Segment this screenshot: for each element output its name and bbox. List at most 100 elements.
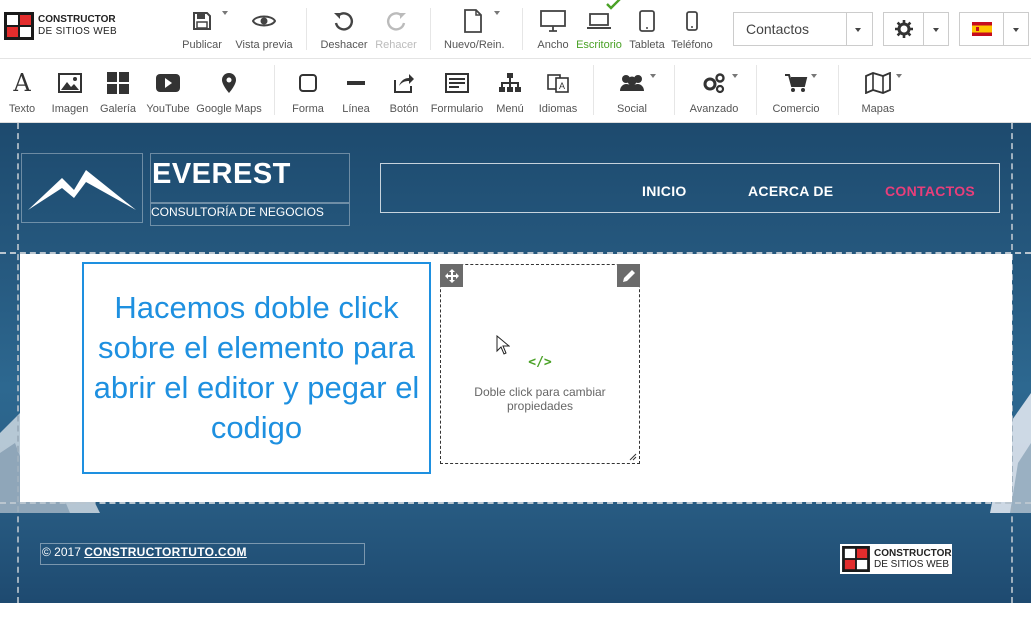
nav-item-acerca-de[interactable]: ACERCA DE bbox=[748, 183, 833, 199]
footer-logo-mark-icon bbox=[842, 546, 870, 572]
phone-icon bbox=[686, 11, 698, 31]
insert-form-label: Formulario bbox=[430, 103, 484, 115]
editor-canvas[interactable]: EVEREST CONSULTORÍA DE NEGOCIOS INICIO A… bbox=[0, 123, 1031, 603]
page-select-arrow[interactable] bbox=[846, 13, 872, 45]
insert-image-button[interactable]: Imagen bbox=[50, 69, 90, 115]
insert-line-button[interactable]: Línea bbox=[338, 69, 374, 115]
insert-youtube-button[interactable]: YouTube bbox=[145, 69, 191, 115]
insert-social-button[interactable]: Social bbox=[612, 69, 652, 115]
gears-icon bbox=[703, 73, 725, 94]
logo-text: CONSTRUCTOR DE SITIOS WEB bbox=[38, 14, 117, 38]
social-caret-icon[interactable] bbox=[650, 74, 656, 78]
new-reset-label: Nuevo/Rein. bbox=[444, 39, 505, 51]
image-icon bbox=[58, 73, 82, 93]
sitemap-icon bbox=[499, 73, 521, 92]
site-brand-title[interactable]: EVEREST bbox=[150, 153, 350, 203]
publish-button[interactable]: Publicar bbox=[182, 6, 222, 51]
pencil-icon bbox=[622, 269, 635, 282]
insert-google-maps-button[interactable]: Google Maps bbox=[196, 69, 262, 115]
laptop-icon bbox=[587, 13, 611, 29]
insert-button-label: Botón bbox=[389, 103, 419, 115]
insert-gallery-button[interactable]: Galería bbox=[98, 69, 138, 115]
footer-link[interactable]: CONSTRUCTORTUTO.COM bbox=[84, 545, 247, 559]
settings-button[interactable] bbox=[884, 13, 924, 45]
monitor-icon bbox=[540, 10, 566, 32]
device-desktop-label: Escritorio bbox=[576, 39, 622, 51]
insert-youtube-label: YouTube bbox=[146, 103, 190, 115]
separator bbox=[522, 8, 523, 50]
resize-handle-icon[interactable] bbox=[629, 453, 637, 461]
settings-arrow[interactable] bbox=[924, 13, 948, 45]
separator bbox=[674, 65, 675, 115]
preview-button[interactable]: Vista previa bbox=[234, 6, 294, 51]
device-desktop-button[interactable]: Escritorio bbox=[575, 6, 623, 51]
chevron-down-icon bbox=[1013, 28, 1019, 32]
gallery-grid-icon bbox=[107, 72, 129, 94]
insert-languages-label: Idiomas bbox=[538, 103, 578, 115]
nav-item-inicio[interactable]: INICIO bbox=[642, 183, 687, 199]
footer-logo-text: CONSTRUCTOR DE SITIOS WEB bbox=[874, 548, 952, 570]
separator bbox=[306, 8, 307, 50]
undo-button[interactable]: Deshacer bbox=[319, 6, 369, 51]
advanced-caret-icon[interactable] bbox=[732, 74, 738, 78]
insert-languages-button[interactable]: A Idiomas bbox=[538, 69, 578, 115]
language-flag[interactable] bbox=[960, 13, 1004, 45]
new-reset-caret-icon[interactable] bbox=[494, 11, 500, 15]
html-embed-element[interactable]: </> Doble click para cambiar propiedades bbox=[440, 264, 640, 464]
folded-map-icon bbox=[865, 72, 891, 94]
undo-label: Deshacer bbox=[320, 39, 368, 51]
publish-caret-icon[interactable] bbox=[222, 11, 228, 15]
tablet-icon bbox=[639, 10, 655, 32]
device-tablet-button[interactable]: Tableta bbox=[628, 6, 666, 51]
chevron-down-icon bbox=[933, 28, 939, 32]
device-phone-label: Teléfono bbox=[671, 39, 713, 51]
language-arrow[interactable] bbox=[1004, 13, 1028, 45]
insert-text-button[interactable]: A Texto bbox=[4, 69, 40, 115]
map-pin-icon bbox=[222, 73, 236, 93]
redo-button[interactable]: Rehacer bbox=[374, 6, 418, 51]
language-dropdown[interactable] bbox=[959, 12, 1029, 46]
insert-maps-button[interactable]: Mapas bbox=[858, 69, 898, 115]
footer-copyright[interactable]: © 2017 CONSTRUCTORTUTO.COM bbox=[40, 543, 365, 565]
insert-commerce-label: Comercio bbox=[772, 103, 820, 115]
site-logo-box[interactable] bbox=[21, 153, 143, 223]
edit-handle[interactable] bbox=[617, 264, 640, 287]
app-logo: CONSTRUCTOR DE SITIOS WEB bbox=[4, 12, 117, 40]
save-icon bbox=[193, 12, 211, 30]
site-nav-menu[interactable]: INICIO ACERCA DE CONTACTOS bbox=[380, 163, 1000, 213]
logo-line2: DE SITIOS WEB bbox=[38, 26, 117, 37]
site-brand-subtitle[interactable]: CONSULTORÍA DE NEGOCIOS bbox=[150, 203, 350, 226]
mouse-cursor-icon bbox=[496, 335, 510, 355]
insert-button-button[interactable]: Botón bbox=[386, 69, 422, 115]
logo-mark-icon bbox=[4, 12, 34, 40]
insert-shape-button[interactable]: Forma bbox=[290, 69, 326, 115]
text-icon: A bbox=[13, 69, 31, 97]
guide-line-bottom bbox=[0, 502, 1031, 504]
insert-menu-button[interactable]: Menú bbox=[492, 69, 528, 115]
footer-logo[interactable]: CONSTRUCTOR DE SITIOS WEB bbox=[840, 544, 952, 574]
insert-menu-label: Menú bbox=[496, 103, 524, 115]
insert-image-label: Imagen bbox=[51, 103, 89, 115]
insert-form-button[interactable]: Formulario bbox=[430, 69, 484, 115]
top-toolbar: CONSTRUCTOR DE SITIOS WEB Publicar Vista… bbox=[0, 0, 1031, 59]
redo-label: Rehacer bbox=[375, 39, 417, 51]
commerce-caret-icon[interactable] bbox=[811, 74, 817, 78]
users-icon bbox=[620, 75, 644, 91]
move-handle[interactable] bbox=[440, 264, 463, 287]
instruction-text-box[interactable]: Hacemos doble click sobre el elemento pa… bbox=[82, 262, 431, 474]
separator bbox=[838, 65, 839, 115]
logo-line1: CONSTRUCTOR bbox=[38, 14, 116, 25]
settings-dropdown[interactable] bbox=[883, 12, 949, 46]
separator bbox=[430, 8, 431, 50]
page-select[interactable]: Contactos bbox=[733, 12, 873, 46]
maps-caret-icon[interactable] bbox=[896, 74, 902, 78]
share-button-icon bbox=[394, 74, 414, 93]
nav-item-contactos[interactable]: CONTACTOS bbox=[885, 183, 975, 199]
device-phone-button[interactable]: Teléfono bbox=[670, 6, 714, 51]
content-section[interactable]: Hacemos doble click sobre el elemento pa… bbox=[20, 254, 1012, 502]
device-wide-button[interactable]: Ancho bbox=[534, 6, 572, 51]
device-tablet-label: Tableta bbox=[629, 39, 665, 51]
embed-hint-text: Doble click para cambiar propiedades bbox=[474, 385, 606, 413]
new-document-icon bbox=[464, 9, 482, 33]
footer-year: © 2017 bbox=[42, 545, 81, 559]
